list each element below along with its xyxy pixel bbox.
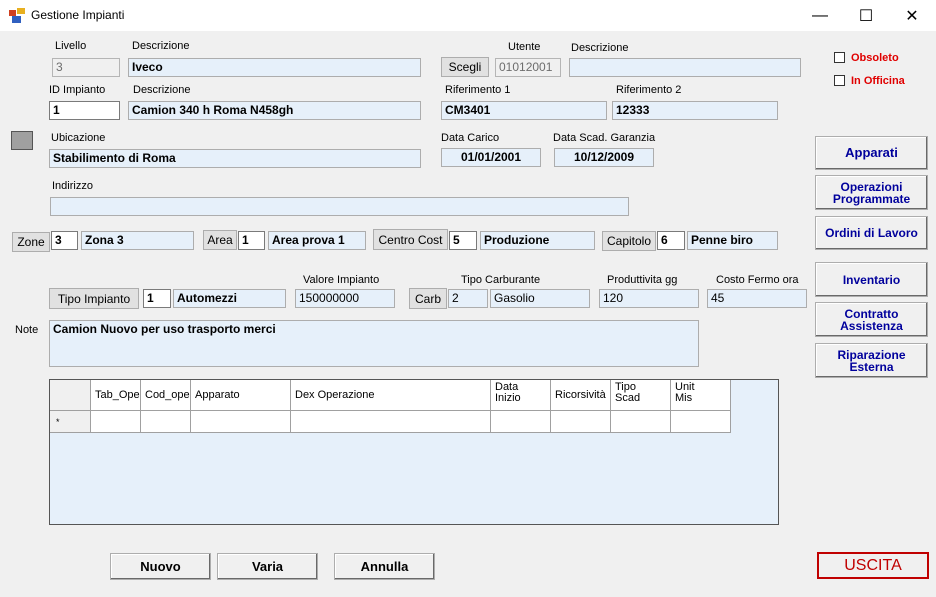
impianto-descrizione-label: Descrizione bbox=[133, 84, 191, 96]
grid-header-dex-operazione[interactable]: Dex Operazione bbox=[291, 380, 491, 411]
annulla-button[interactable]: Annulla bbox=[334, 553, 435, 580]
note-field[interactable]: Camion Nuovo per uso trasporto merci bbox=[49, 320, 699, 367]
centro-cost-button[interactable]: Centro Cost bbox=[373, 229, 448, 250]
tipo-carburante-label: Tipo Carburante bbox=[461, 274, 541, 286]
nuovo-button[interactable]: Nuovo bbox=[110, 553, 211, 580]
indirizzo-field[interactable] bbox=[50, 197, 629, 216]
data-scad-garanzia-label: Data Scad. Garanzia bbox=[553, 132, 656, 144]
maximize-button[interactable]: ☐ bbox=[843, 0, 889, 31]
title-bar bbox=[0, 0, 936, 31]
riferimento1-label: Riferimento 1 bbox=[445, 84, 511, 96]
new-row-cell[interactable] bbox=[191, 411, 291, 433]
carb-code-field[interactable]: 2 bbox=[448, 289, 488, 308]
carb-descrizione-field[interactable]: Gasolio bbox=[490, 289, 590, 308]
new-row-cell[interactable] bbox=[291, 411, 491, 433]
contratto-assistenza-button[interactable]: Contratto Assistenza bbox=[815, 302, 928, 337]
grid-header-ricorsivita[interactable]: Ricorsività bbox=[551, 380, 611, 411]
operations-grid[interactable]: Tab_Ope Cod_ope Apparato Dex Operazione … bbox=[49, 379, 779, 525]
apparati-button[interactable]: Apparati bbox=[815, 136, 928, 170]
tipo-impianto-descrizione-field[interactable]: Automezzi bbox=[173, 289, 286, 308]
grid-header-tipo-scad[interactable]: Tipo Scad bbox=[611, 380, 671, 411]
new-row-cell[interactable] bbox=[611, 411, 671, 433]
produttivita-field[interactable]: 120 bbox=[599, 289, 699, 308]
zone-code-field[interactable]: 3 bbox=[51, 231, 78, 250]
livello-label: Livello bbox=[55, 40, 87, 52]
centro-cost-code-field[interactable]: 5 bbox=[449, 231, 477, 250]
id-impianto-label: ID Impianto bbox=[49, 84, 106, 96]
new-row-cell[interactable] bbox=[671, 411, 731, 433]
maximize-icon: ☐ bbox=[858, 7, 874, 25]
capitolo-descrizione-field[interactable]: Penne biro bbox=[687, 231, 778, 250]
close-button[interactable]: ✕ bbox=[889, 0, 935, 31]
utente-descrizione-field[interactable] bbox=[569, 58, 801, 77]
obsoleto-checkbox[interactable] bbox=[834, 52, 845, 63]
capitolo-code-field[interactable]: 6 bbox=[657, 231, 685, 250]
close-icon: ✕ bbox=[905, 7, 919, 25]
riparazione-esterna-button[interactable]: Riparazione Esterna bbox=[815, 343, 928, 378]
note-label: Note bbox=[15, 324, 39, 336]
inventario-button[interactable]: Inventario bbox=[815, 262, 928, 297]
data-carico-field[interactable]: 01/01/2001 bbox=[441, 148, 541, 167]
grid-header-cod-ope[interactable]: Cod_ope bbox=[141, 380, 191, 411]
carb-button[interactable]: Carb bbox=[409, 288, 447, 309]
uscita-button[interactable]: USCITA bbox=[817, 552, 929, 579]
minimize-icon: — bbox=[812, 6, 828, 24]
indirizzo-label: Indirizzo bbox=[52, 180, 93, 192]
obsoleto-label: Obsoleto bbox=[851, 52, 899, 64]
produttivita-label: Produttivita gg bbox=[607, 274, 678, 286]
costo-fermo-field[interactable]: 45 bbox=[707, 289, 807, 308]
riferimento1-field[interactable]: CM3401 bbox=[441, 101, 607, 120]
utente-label: Utente bbox=[508, 41, 541, 53]
new-row-cell[interactable] bbox=[491, 411, 551, 433]
varia-button[interactable]: Varia bbox=[217, 553, 318, 580]
zone-descrizione-field[interactable]: Zona 3 bbox=[81, 231, 194, 250]
grid-corner bbox=[50, 380, 91, 411]
window-title: Gestione Impianti bbox=[31, 8, 125, 22]
livello-descrizione-field[interactable]: Iveco bbox=[128, 58, 421, 77]
costo-fermo-label: Costo Fermo ora bbox=[716, 274, 799, 286]
operazioni-programmate-button[interactable]: Operazioni Programmate bbox=[815, 175, 928, 210]
minimize-button[interactable]: — bbox=[797, 0, 843, 31]
tipo-impianto-code-field[interactable]: 1 bbox=[143, 289, 171, 308]
ubicazione-field[interactable]: Stabilimento di Roma bbox=[49, 149, 421, 168]
in-officina-label: In Officina bbox=[851, 75, 905, 87]
impianto-descrizione-field[interactable]: Camion 340 h Roma N458gh bbox=[128, 101, 421, 120]
descrizione-label: Descrizione bbox=[132, 40, 190, 52]
data-scad-garanzia-field[interactable]: 10/12/2009 bbox=[554, 148, 654, 167]
in-officina-checkbox[interactable] bbox=[834, 75, 845, 86]
centro-cost-descrizione-field[interactable]: Produzione bbox=[480, 231, 595, 250]
app-icon bbox=[9, 8, 25, 23]
grid-header-unit-mis[interactable]: Unit Mis bbox=[671, 380, 731, 411]
utente-descrizione-label: Descrizione bbox=[571, 42, 629, 54]
new-row-cell[interactable] bbox=[141, 411, 191, 433]
riferimento2-field[interactable]: 12333 bbox=[612, 101, 778, 120]
id-impianto-field[interactable]: 1 bbox=[49, 101, 120, 120]
new-row-cell[interactable] bbox=[91, 411, 141, 433]
color-swatch[interactable] bbox=[11, 131, 33, 150]
new-row-marker: * bbox=[50, 411, 91, 433]
utente-field[interactable]: 01012001 bbox=[495, 58, 561, 77]
scegli-button[interactable]: Scegli bbox=[441, 57, 489, 77]
riferimento2-label: Riferimento 2 bbox=[616, 84, 682, 96]
area-descrizione-field[interactable]: Area prova 1 bbox=[268, 231, 366, 250]
ordini-di-lavoro-button[interactable]: Ordini di Lavoro bbox=[815, 216, 928, 250]
valore-impianto-field[interactable]: 150000000 bbox=[295, 289, 395, 308]
zone-button[interactable]: Zone bbox=[12, 232, 50, 252]
capitolo-button[interactable]: Capitolo bbox=[602, 231, 656, 251]
grid-header-tab-ope[interactable]: Tab_Ope bbox=[91, 380, 141, 411]
area-button[interactable]: Area bbox=[203, 230, 237, 250]
ubicazione-label: Ubicazione bbox=[51, 132, 106, 144]
grid-header-apparato[interactable]: Apparato bbox=[191, 380, 291, 411]
valore-impianto-label: Valore Impianto bbox=[303, 274, 380, 286]
grid-header-data-inizio[interactable]: Data Inizio bbox=[491, 380, 551, 411]
livello-field[interactable]: 3 bbox=[52, 58, 120, 77]
data-carico-label: Data Carico bbox=[441, 132, 500, 144]
area-code-field[interactable]: 1 bbox=[238, 231, 265, 250]
new-row-cell[interactable] bbox=[551, 411, 611, 433]
tipo-impianto-button[interactable]: Tipo Impianto bbox=[49, 288, 139, 309]
